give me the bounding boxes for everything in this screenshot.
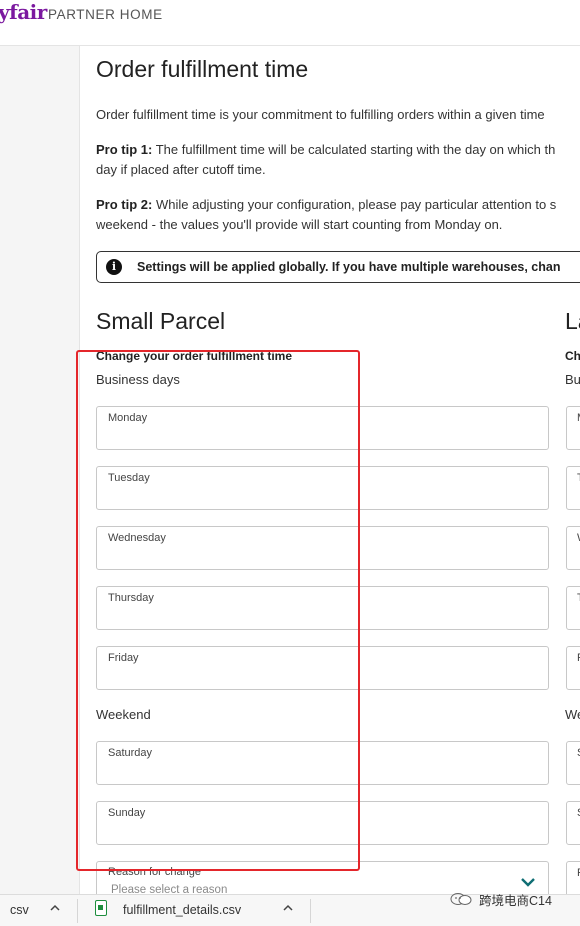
pro-tip-1: Pro tip 1: The fulfillment time will be … — [96, 140, 555, 160]
large-wednesday-field[interactable]: W — [566, 526, 580, 570]
pro-tip-1-line2: day if placed after cutoff time. — [96, 162, 266, 177]
large-thursday-field[interactable]: T — [566, 586, 580, 630]
large-weekend-label: We — [565, 707, 580, 722]
wechat-icon — [450, 893, 472, 905]
large-parcel-subheading: Ch — [565, 349, 580, 363]
friday-label: Friday — [108, 652, 139, 664]
business-days-label: Business days — [96, 372, 180, 387]
large-saturday-field[interactable]: S — [566, 741, 580, 785]
pro-tip-2-line2: weekend - the values you'll provide will… — [96, 217, 503, 232]
monday-field[interactable]: Monday — [96, 406, 549, 450]
divider — [77, 899, 78, 923]
weekend-label: Weekend — [96, 707, 151, 722]
large-business-days-label: Bu — [565, 372, 580, 387]
wednesday-field[interactable]: Wednesday — [96, 526, 549, 570]
friday-field[interactable]: Friday — [96, 646, 549, 690]
small-parcel-title: Small Parcel — [96, 308, 226, 334]
sunday-field[interactable]: Sunday — [96, 801, 549, 845]
sidebar — [0, 46, 80, 894]
small-parcel-subheading: Change your order fulfillment time — [96, 349, 293, 363]
top-bar: yfair PARTNER HOME — [0, 0, 580, 46]
thursday-input[interactable] — [108, 607, 538, 625]
pro-tip-2-text: While adjusting your configuration, plea… — [155, 197, 557, 212]
chevron-up-icon[interactable] — [283, 903, 293, 913]
monday-label: Monday — [108, 412, 148, 424]
sunday-input[interactable] — [108, 822, 538, 840]
page-title: Order fulfillment time — [96, 56, 309, 82]
brand-subtitle: PARTNER HOME — [48, 7, 163, 22]
friday-input[interactable] — [108, 667, 538, 685]
thursday-label: Thursday — [108, 592, 154, 604]
pro-tip-1-text: The fulfillment time will be calculated … — [155, 142, 556, 157]
tuesday-label: Tuesday — [108, 472, 150, 484]
thursday-field[interactable]: Thursday — [96, 586, 549, 630]
download-item-2[interactable]: fulfillment_details.csv — [123, 903, 241, 917]
reason-label: Reason for change — [108, 866, 201, 878]
saturday-input[interactable] — [108, 762, 538, 780]
pro-tip-1-label: Pro tip 1: — [96, 142, 153, 157]
intro-text: Order fulfillment time is your commitmen… — [96, 107, 545, 122]
saturday-field[interactable]: Saturday — [96, 741, 549, 785]
pro-tip-2-label: Pro tip 2: — [96, 197, 153, 212]
settings-notice: i Settings will be applied globally. If … — [96, 251, 580, 283]
csv-file-icon — [95, 900, 107, 916]
large-sunday-field[interactable]: S — [566, 801, 580, 845]
sunday-label: Sunday — [108, 807, 146, 819]
large-friday-field[interactable]: F — [566, 646, 580, 690]
large-parcel-title: La — [565, 308, 580, 334]
chevron-down-icon[interactable] — [520, 876, 536, 888]
download-item-1[interactable]: csv — [10, 903, 29, 917]
main-content: Order fulfillment time Order fulfillment… — [81, 46, 580, 894]
reason-placeholder: Please select a reason — [111, 884, 228, 894]
large-monday-field[interactable]: M — [566, 406, 580, 450]
pro-tip-2: Pro tip 2: While adjusting your configur… — [96, 195, 556, 215]
wednesday-label: Wednesday — [108, 532, 166, 544]
saturday-label: Saturday — [108, 747, 153, 759]
brand-logo[interactable]: yfair — [0, 0, 47, 24]
notice-text: Settings will be applied globally. If yo… — [137, 260, 561, 274]
monday-input[interactable] — [108, 427, 538, 445]
wednesday-input[interactable] — [108, 547, 538, 565]
info-icon: i — [106, 259, 122, 275]
large-reason-select[interactable]: R — [566, 861, 580, 894]
chevron-up-icon[interactable] — [50, 903, 60, 913]
large-tuesday-field[interactable]: T — [566, 466, 580, 510]
watermark-text: 跨境电商C14 — [479, 894, 552, 908]
tuesday-input[interactable] — [108, 487, 538, 505]
divider — [310, 899, 311, 923]
tuesday-field[interactable]: Tuesday — [96, 466, 549, 510]
